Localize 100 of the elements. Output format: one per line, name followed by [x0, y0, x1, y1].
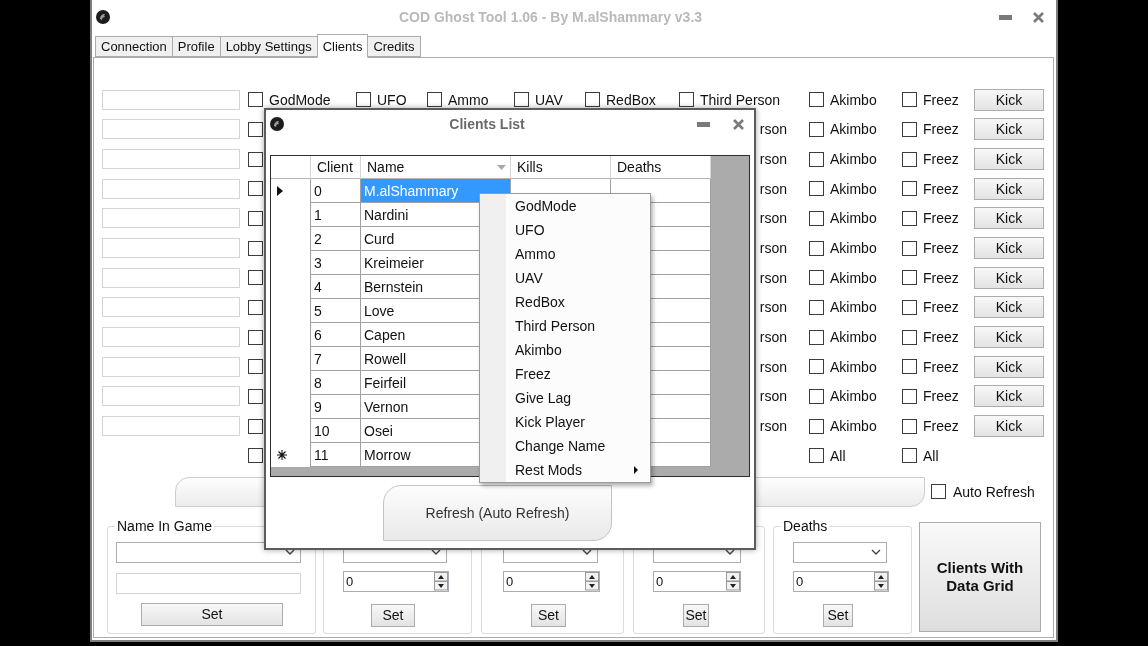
checkbox[interactable]: [809, 181, 824, 197]
text-field[interactable]: [102, 208, 240, 229]
checkbox[interactable]: [248, 270, 263, 286]
kick-button[interactable]: Kick: [974, 415, 1044, 438]
checkbox[interactable]: [427, 92, 442, 108]
checkbox[interactable]: [809, 418, 824, 434]
close-icon[interactable]: [733, 118, 744, 130]
tab[interactable]: Lobby Settings: [219, 36, 318, 57]
set-button[interactable]: Set: [141, 602, 283, 626]
kick-button[interactable]: Kick: [974, 266, 1044, 289]
set-button[interactable]: Set: [683, 603, 709, 627]
text-field[interactable]: [102, 356, 240, 377]
kick-button[interactable]: Kick: [974, 177, 1044, 200]
checkbox[interactable]: [248, 210, 263, 226]
kick-button[interactable]: Kick: [974, 385, 1044, 408]
up-down-arrows-icon[interactable]: [726, 571, 740, 591]
kick-button[interactable]: Kick: [974, 326, 1044, 349]
text-field[interactable]: [102, 89, 240, 110]
number-field[interactable]: 0: [503, 570, 600, 592]
checkbox[interactable]: [902, 299, 917, 315]
checkbox[interactable]: [248, 329, 263, 345]
checkbox[interactable]: [902, 418, 917, 434]
checkbox[interactable]: [248, 448, 263, 464]
checkbox[interactable]: [809, 270, 824, 286]
checkbox[interactable]: [902, 210, 917, 226]
kick-button[interactable]: Kick: [974, 237, 1044, 260]
kick-button[interactable]: Kick: [974, 148, 1044, 171]
chevron-down-icon[interactable]: [871, 549, 881, 556]
text-field[interactable]: [102, 149, 240, 170]
checkbox[interactable]: [902, 122, 917, 137]
set-button[interactable]: Set: [531, 603, 566, 627]
kick-button[interactable]: Kick: [974, 296, 1044, 319]
kick-button[interactable]: Kick: [974, 355, 1044, 378]
checkbox[interactable]: [514, 92, 529, 108]
checkbox[interactable]: [902, 181, 917, 197]
checkbox[interactable]: [248, 299, 263, 315]
minimize-icon[interactable]: [999, 14, 1012, 20]
number-field[interactable]: 0: [653, 570, 741, 592]
checkbox[interactable]: [248, 92, 263, 108]
text-field[interactable]: [102, 327, 240, 348]
checkbox[interactable]: [809, 448, 824, 464]
tab[interactable]: Credits: [367, 36, 421, 57]
number-field[interactable]: 0: [343, 570, 449, 592]
text-field[interactable]: [102, 119, 240, 140]
checkbox[interactable]: [809, 92, 824, 108]
checkbox[interactable]: [902, 92, 917, 108]
close-icon[interactable]: [1033, 11, 1044, 23]
up-down-arrows-icon[interactable]: [434, 571, 448, 591]
data-grid-button[interactable]: Clients With Data Grid: [919, 521, 1041, 632]
checkbox[interactable]: [902, 359, 917, 375]
minimize-icon[interactable]: [697, 121, 710, 127]
text-field[interactable]: [102, 386, 240, 407]
dropdown[interactable]: [116, 541, 301, 563]
refresh-button[interactable]: Refresh (Auto Refresh): [383, 485, 612, 541]
text-field[interactable]: [102, 297, 240, 318]
kick-button[interactable]: Kick: [974, 118, 1044, 141]
tab[interactable]: Profile: [171, 36, 221, 57]
kick-button[interactable]: Kick: [974, 88, 1044, 111]
checkbox[interactable]: [248, 151, 263, 167]
checkbox[interactable]: [902, 329, 917, 345]
text-field[interactable]: [102, 178, 240, 199]
checkbox[interactable]: [902, 270, 917, 286]
checkbox[interactable]: [902, 240, 917, 256]
checkbox[interactable]: [248, 359, 263, 375]
column-header[interactable]: Kills: [517, 159, 543, 175]
checkbox[interactable]: [356, 92, 371, 108]
checkbox[interactable]: [809, 329, 824, 345]
number-field[interactable]: 0: [793, 570, 889, 592]
checkbox[interactable]: [902, 448, 917, 464]
set-button[interactable]: Set: [823, 603, 853, 627]
up-down-arrows-icon[interactable]: [585, 571, 599, 591]
row-header[interactable]: [271, 179, 311, 203]
checkbox[interactable]: [809, 299, 824, 315]
checkbox[interactable]: [931, 484, 946, 500]
row-header[interactable]: [271, 443, 311, 467]
checkbox[interactable]: [809, 210, 824, 226]
checkbox[interactable]: [585, 92, 600, 108]
checkbox[interactable]: [248, 418, 263, 434]
up-down-arrows-icon[interactable]: [874, 571, 888, 591]
checkbox[interactable]: [248, 240, 263, 256]
checkbox[interactable]: [248, 181, 263, 197]
text-field[interactable]: [116, 572, 301, 594]
checkbox[interactable]: [809, 359, 824, 375]
kick-button[interactable]: Kick: [974, 207, 1044, 230]
tab[interactable]: Clients: [316, 34, 369, 58]
checkbox[interactable]: [248, 122, 263, 137]
checkbox[interactable]: [902, 388, 917, 404]
checkbox[interactable]: [809, 151, 824, 167]
column-header[interactable]: Name: [367, 159, 405, 175]
checkbox[interactable]: [248, 388, 263, 404]
set-button[interactable]: Set: [371, 603, 415, 627]
tab[interactable]: Connection: [95, 36, 173, 57]
checkbox[interactable]: [809, 122, 824, 137]
text-field[interactable]: [102, 267, 240, 288]
checkbox[interactable]: [809, 240, 824, 256]
text-field[interactable]: [102, 416, 240, 437]
text-field[interactable]: [102, 238, 240, 259]
checkbox[interactable]: [809, 388, 824, 404]
checkbox[interactable]: [679, 92, 694, 108]
checkbox[interactable]: [902, 151, 917, 167]
